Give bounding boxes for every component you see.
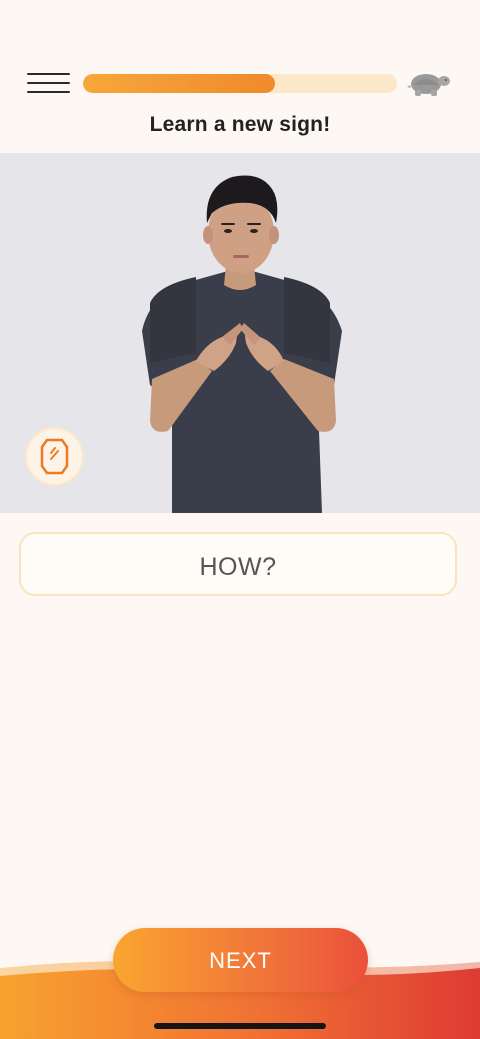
lesson-progress-bar: [83, 74, 397, 93]
sign-video-player[interactable]: [0, 153, 480, 513]
top-bar: Learn a new sign!: [0, 0, 480, 153]
home-indicator[interactable]: [154, 1023, 326, 1029]
slow-motion-hand-icon: [40, 438, 69, 475]
answer-card: HOW?: [19, 532, 457, 596]
hamburger-menu-icon[interactable]: [27, 72, 70, 94]
page-title: Learn a new sign!: [149, 113, 331, 136]
slow-motion-button[interactable]: [27, 429, 82, 484]
next-button[interactable]: NEXT: [113, 928, 368, 992]
turtle-icon[interactable]: [407, 69, 453, 99]
next-button-label: NEXT: [209, 948, 272, 973]
sign-meaning-text: HOW?: [199, 553, 277, 581]
lesson-progress-fill: [83, 74, 275, 93]
